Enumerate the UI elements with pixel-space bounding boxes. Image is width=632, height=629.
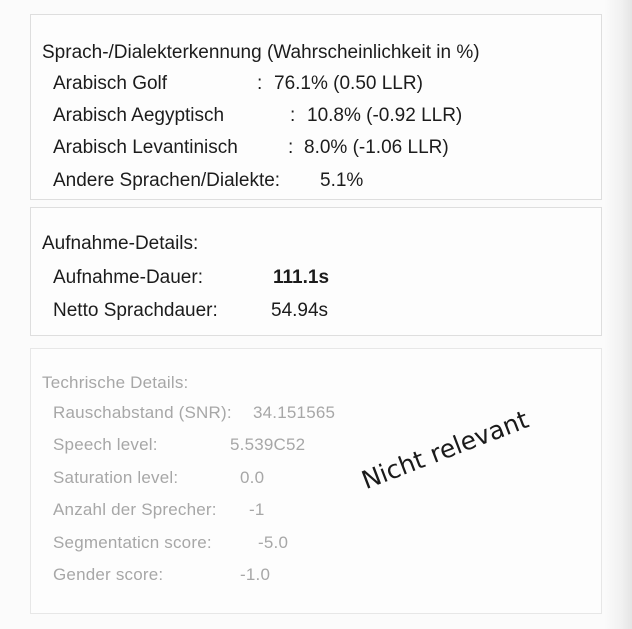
language-label: Arabisch Golf bbox=[53, 73, 168, 94]
technical-label: Rauschabstand (SNR): bbox=[53, 403, 232, 422]
language-detection-box: Sprach-/Dialekterkennung (Wahrscheinlich… bbox=[30, 14, 602, 200]
technical-details-box: Techrische Details: Rauschabstand (SNR):… bbox=[30, 348, 602, 614]
language-separator: : bbox=[257, 73, 263, 94]
language-value: 8.0% (-1.06 LLR) bbox=[304, 137, 449, 158]
recording-details-box: Aufnahme-Details: Aufnahme-Dauer: 111.1s… bbox=[30, 207, 602, 336]
language-value: 10.8% (-0.92 LLR) bbox=[307, 105, 463, 126]
technical-label: Segmentaticn score: bbox=[53, 533, 212, 552]
recording-details-title: Aufnahme-Details: bbox=[42, 233, 199, 254]
language-label: Andere Sprachen/Dialekte: bbox=[53, 170, 281, 191]
language-value: 5.1% bbox=[320, 170, 364, 191]
technical-label: Speech level: bbox=[53, 435, 158, 454]
technical-label: Gender score: bbox=[53, 565, 164, 584]
technical-value: 34.151565 bbox=[253, 403, 336, 422]
language-separator: : bbox=[288, 137, 294, 158]
recording-label: Netto Sprachdauer: bbox=[53, 300, 218, 321]
recording-label: Aufnahme-Dauer: bbox=[53, 267, 203, 288]
language-label: Arabisch Levantinisch bbox=[53, 137, 238, 158]
technical-label: Saturation level: bbox=[53, 468, 179, 487]
technical-value: 5.539C52 bbox=[230, 435, 306, 454]
recording-value: 111.1s bbox=[273, 267, 330, 288]
recording-value: 54.94s bbox=[271, 300, 329, 321]
technical-value: -1 bbox=[249, 500, 265, 519]
language-label: Arabisch Aegyptisch bbox=[53, 105, 225, 126]
page-edge-shadow bbox=[604, 0, 632, 629]
technical-value: -5.0 bbox=[258, 533, 289, 552]
language-separator: : bbox=[290, 105, 296, 126]
technical-value: -1.0 bbox=[240, 565, 271, 584]
technical-label: Anzahl der Sprecher: bbox=[53, 500, 217, 519]
language-detection-title: Sprach-/Dialekterkennung (Wahrscheinlich… bbox=[42, 42, 480, 63]
technical-details-title: Techrische Details: bbox=[42, 373, 189, 392]
technical-value: 0.0 bbox=[240, 468, 265, 487]
language-value: 76.1% (0.50 LLR) bbox=[274, 73, 423, 94]
